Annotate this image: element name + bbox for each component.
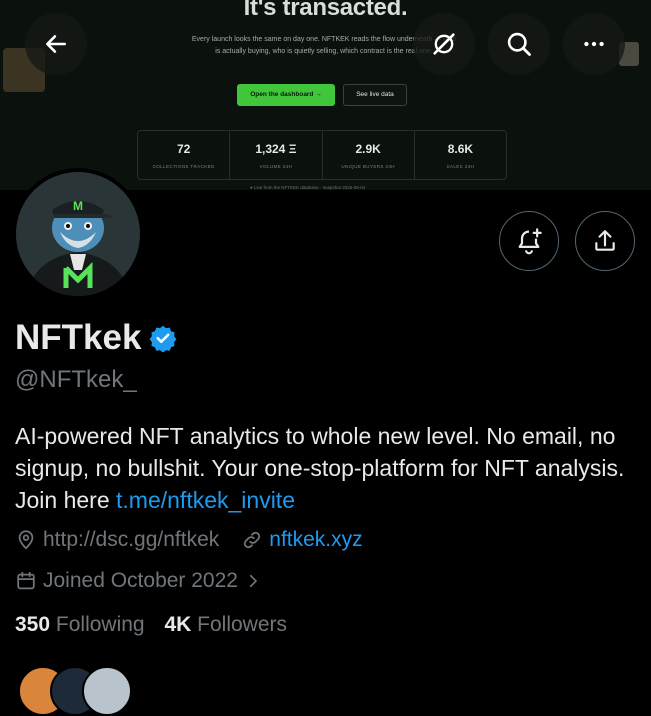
bio-link[interactable]: t.me/nftkek_invite — [116, 487, 295, 513]
banner-live-data-button: See live data — [343, 84, 407, 106]
followers-label: Followers — [197, 613, 288, 636]
verified-badge-icon[interactable] — [149, 324, 177, 352]
banner-stat: 2.9K UNIQUE BUYERS 24H — [323, 131, 415, 179]
svg-text:M: M — [73, 199, 83, 213]
profile-website-link[interactable]: nftkek.xyz — [269, 528, 362, 552]
back-button[interactable] — [25, 13, 87, 75]
banner-headline: It's transacted. — [243, 0, 408, 21]
stat-label: VOLUME 24H — [259, 164, 293, 169]
profile-joined-row[interactable]: Joined October 2022 — [15, 569, 268, 593]
stat-value: 1,324 Ξ — [255, 142, 297, 156]
stat-label: COLLECTIONS TRACKED — [152, 164, 215, 169]
more-button[interactable] — [563, 13, 625, 75]
calendar-icon — [17, 571, 35, 590]
stat-value: 8.6K — [447, 142, 474, 156]
banner-stat: 1,324 Ξ VOLUME 24H — [230, 131, 323, 179]
search-icon — [507, 32, 531, 56]
profile-name: NFTkek — [15, 318, 142, 357]
follower-avatar[interactable] — [82, 666, 132, 716]
bio-text: AI-powered NFT analytics to whole new le… — [15, 423, 625, 513]
banner-stats: 72 COLLECTIONS TRACKED 1,324 Ξ VOLUME 24… — [137, 130, 507, 180]
location-pin-icon — [18, 530, 34, 550]
grok-button[interactable] — [413, 13, 475, 75]
avatar-image: M — [16, 172, 140, 296]
following-label: Following — [55, 613, 145, 636]
banner-stat: 8.6K SALES 24H — [415, 131, 506, 179]
profile-handle: @NFTkek_ — [15, 366, 137, 393]
profile-bio: AI-powered NFT analytics to whole new le… — [15, 420, 640, 516]
followers-count: 4K — [164, 613, 192, 636]
notify-button[interactable] — [499, 211, 559, 271]
followers-link[interactable]: 4K Followers — [164, 613, 287, 636]
follow-stats: 350 Following 4K Followers — [15, 613, 287, 637]
profile-location: http://dsc.gg/nftkek — [43, 528, 220, 551]
chevron-right-icon — [249, 574, 257, 588]
satellite-off-icon — [433, 33, 455, 55]
following-link[interactable]: 350 Following — [15, 613, 145, 636]
arrow-left-icon — [46, 35, 66, 53]
link-icon — [244, 531, 261, 549]
stat-value: 72 — [176, 142, 191, 156]
profile-banner[interactable]: It's transacted. Every launch looks the … — [0, 0, 651, 190]
following-count: 350 — [15, 613, 51, 636]
share-button[interactable] — [575, 211, 635, 271]
banner-open-dashboard-button: Open the dashboard → — [237, 84, 335, 106]
profile-name-row: NFTkek — [15, 318, 177, 358]
banner-stat: 72 COLLECTIONS TRACKED — [138, 131, 231, 179]
stat-value: 2.9K — [355, 142, 381, 156]
share-icon — [595, 230, 615, 251]
profile-avatar[interactable]: M — [12, 168, 144, 300]
stat-label: SALES 24H — [446, 164, 475, 169]
search-button[interactable] — [488, 13, 550, 75]
profile-meta-row: http://dsc.gg/nftkek nftkek.xyz — [15, 528, 363, 552]
banner-footnote: ● Live from the NFTKEK database · snapsh… — [250, 185, 366, 190]
more-horizontal-icon — [584, 41, 604, 47]
bell-plus-icon — [518, 228, 542, 255]
profile-joined: Joined October 2022 — [43, 569, 238, 592]
stat-label: UNIQUE BUYERS 24H — [341, 164, 395, 169]
